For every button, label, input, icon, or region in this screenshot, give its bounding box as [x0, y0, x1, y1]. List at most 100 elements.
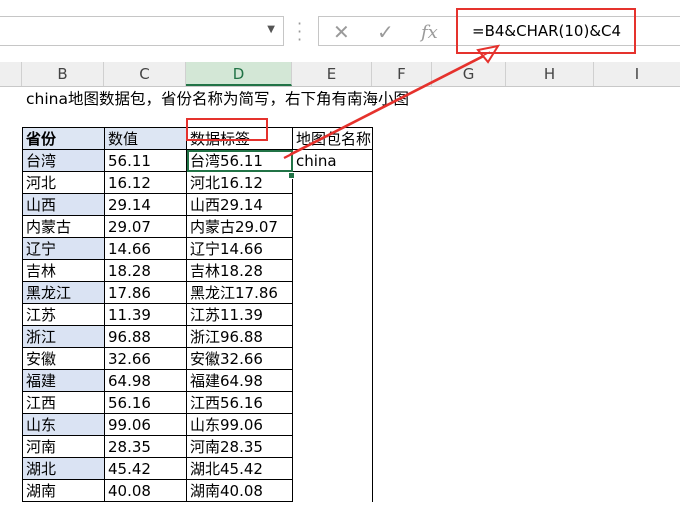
header-map-name[interactable]: 地图包名称	[292, 127, 373, 150]
table-row: 河南 28.35 河南28.35	[22, 435, 373, 458]
value-cell[interactable]: 40.08	[104, 479, 187, 502]
column-header-c[interactable]: C	[104, 62, 186, 86]
column-header-row: B C D E F G H I	[0, 62, 680, 87]
value-cell[interactable]: 96.88	[104, 325, 187, 348]
map-name-cell[interactable]	[292, 479, 373, 502]
column-header-i[interactable]: I	[594, 62, 680, 86]
enter-icon[interactable]: ✓	[377, 20, 394, 44]
label-cell[interactable]: 河北16.12	[186, 171, 293, 194]
name-box[interactable]: ▼	[0, 16, 284, 46]
column-header-d[interactable]: D	[186, 62, 292, 86]
value-cell[interactable]: 17.86	[104, 281, 187, 304]
value-cell[interactable]: 14.66	[104, 237, 187, 260]
province-cell[interactable]: 江西	[22, 391, 105, 414]
table-row: 河北 16.12 河北16.12	[22, 171, 373, 194]
label-cell[interactable]: 台湾56.11	[186, 149, 293, 172]
label-cell[interactable]: 吉林18.28	[186, 259, 293, 282]
sheet-title[interactable]: china地图数据包，省份名称为简写，右下角有南海小图	[26, 87, 409, 109]
province-cell[interactable]: 湖北	[22, 457, 105, 480]
map-name-cell[interactable]	[292, 303, 373, 326]
province-cell[interactable]: 江苏	[22, 303, 105, 326]
table-row: 福建 64.98 福建64.98	[22, 369, 373, 392]
formula-buttons: ✕ ✓ fx	[318, 16, 458, 46]
label-header-highlight-box	[186, 118, 268, 141]
cancel-icon[interactable]: ✕	[333, 20, 350, 44]
map-name-cell[interactable]	[292, 413, 373, 436]
drag-handle-icon[interactable]: · · ·	[297, 16, 303, 48]
map-name-cell[interactable]	[292, 369, 373, 392]
label-cell[interactable]: 安徽32.66	[186, 347, 293, 370]
map-name-cell[interactable]	[292, 259, 373, 282]
column-header-f[interactable]: F	[372, 62, 432, 86]
label-cell[interactable]: 河南28.35	[186, 435, 293, 458]
map-name-cell[interactable]	[292, 435, 373, 458]
value-cell[interactable]: 11.39	[104, 303, 187, 326]
province-cell[interactable]: 吉林	[22, 259, 105, 282]
map-name-cell[interactable]	[292, 391, 373, 414]
table-row: 黑龙江 17.86 黑龙江17.86	[22, 281, 373, 304]
map-name-cell[interactable]	[292, 347, 373, 370]
table-row: 湖南 40.08 湖南40.08	[22, 479, 373, 502]
table-row: 内蒙古 29.07 内蒙古29.07	[22, 215, 373, 238]
province-cell[interactable]: 湖南	[22, 479, 105, 502]
header-value[interactable]: 数值	[104, 127, 187, 150]
value-cell[interactable]: 56.16	[104, 391, 187, 414]
value-cell[interactable]: 29.07	[104, 215, 187, 238]
map-name-cell[interactable]	[292, 457, 373, 480]
province-cell[interactable]: 黑龙江	[22, 281, 105, 304]
value-cell[interactable]: 28.35	[104, 435, 187, 458]
province-cell[interactable]: 安徽	[22, 347, 105, 370]
map-name-cell[interactable]	[292, 325, 373, 348]
column-header-b[interactable]: B	[22, 62, 104, 86]
label-cell[interactable]: 湖北45.42	[186, 457, 293, 480]
map-name-cell[interactable]	[292, 215, 373, 238]
table-row: 湖北 45.42 湖北45.42	[22, 457, 373, 480]
label-cell[interactable]: 辽宁14.66	[186, 237, 293, 260]
table-row: 江西 56.16 江西56.16	[22, 391, 373, 414]
map-name-cell[interactable]: china	[292, 149, 373, 172]
province-cell[interactable]: 内蒙古	[22, 215, 105, 238]
map-name-cell[interactable]	[292, 281, 373, 304]
value-cell[interactable]: 64.98	[104, 369, 187, 392]
label-cell[interactable]: 江西56.16	[186, 391, 293, 414]
province-cell[interactable]: 辽宁	[22, 237, 105, 260]
label-cell[interactable]: 江苏11.39	[186, 303, 293, 326]
value-cell[interactable]: 32.66	[104, 347, 187, 370]
map-name-cell[interactable]	[292, 171, 373, 194]
row-header-corner[interactable]	[0, 62, 22, 86]
value-cell[interactable]: 29.14	[104, 193, 187, 216]
chevron-down-icon[interactable]: ▼	[267, 24, 275, 35]
column-header-h[interactable]: H	[506, 62, 594, 86]
fx-icon[interactable]: fx	[421, 22, 438, 43]
province-cell[interactable]: 福建	[22, 369, 105, 392]
province-cell[interactable]: 河南	[22, 435, 105, 458]
fill-handle[interactable]	[288, 172, 295, 179]
label-cell[interactable]: 内蒙古29.07	[186, 215, 293, 238]
label-cell[interactable]: 黑龙江17.86	[186, 281, 293, 304]
province-cell[interactable]: 山西	[22, 193, 105, 216]
label-cell[interactable]: 湖南40.08	[186, 479, 293, 502]
value-cell[interactable]: 18.28	[104, 259, 187, 282]
label-cell[interactable]: 山西29.14	[186, 193, 293, 216]
table-row: 江苏 11.39 江苏11.39	[22, 303, 373, 326]
value-cell[interactable]: 99.06	[104, 413, 187, 436]
column-header-g[interactable]: G	[432, 62, 506, 86]
province-cell[interactable]: 河北	[22, 171, 105, 194]
label-cell[interactable]: 山东99.06	[186, 413, 293, 436]
province-cell[interactable]: 山东	[22, 413, 105, 436]
value-cell[interactable]: 56.11	[104, 149, 187, 172]
value-cell[interactable]: 45.42	[104, 457, 187, 480]
column-header-e[interactable]: E	[292, 62, 372, 86]
label-cell[interactable]: 福建64.98	[186, 369, 293, 392]
header-province[interactable]: 省份	[22, 127, 105, 150]
value-cell[interactable]: 16.12	[104, 171, 187, 194]
table-row: 安徽 32.66 安徽32.66	[22, 347, 373, 370]
map-name-cell[interactable]	[292, 237, 373, 260]
formula-bar: ▼ · · · ✕ ✓ fx =B4&CHAR(10)&C4	[0, 0, 680, 63]
province-cell[interactable]: 台湾	[22, 149, 105, 172]
table-row: 吉林 18.28 吉林18.28	[22, 259, 373, 282]
province-cell[interactable]: 浙江	[22, 325, 105, 348]
map-name-cell[interactable]	[292, 193, 373, 216]
label-cell[interactable]: 浙江96.88	[186, 325, 293, 348]
table-row: 辽宁 14.66 辽宁14.66	[22, 237, 373, 260]
